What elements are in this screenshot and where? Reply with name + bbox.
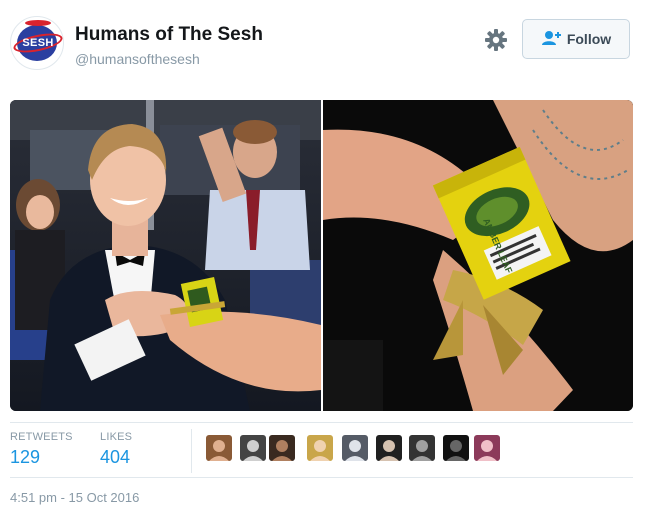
stats-divider — [191, 429, 192, 473]
liker-avatar[interactable] — [206, 435, 232, 461]
retweets-stat[interactable]: RETWEETS 129 — [10, 431, 73, 468]
liker-avatar[interactable] — [240, 435, 266, 461]
liker-avatar[interactable] — [474, 435, 500, 461]
follow-button[interactable]: Follow — [522, 19, 630, 59]
wrist-tobacco-pouch-photo[interactable]: AMBER LEAF — [323, 100, 633, 411]
add-user-icon — [541, 30, 561, 49]
liker-avatar[interactable] — [409, 435, 435, 461]
liker-avatar[interactable] — [342, 435, 368, 461]
tweet-stats: RETWEETS 129 LIKES 404 — [10, 422, 633, 478]
retweets-count: 129 — [10, 447, 41, 467]
liker-avatar[interactable] — [443, 435, 469, 461]
tweet-media: AMBER LEAF — [10, 100, 633, 411]
tweet-header: SESH Humans of The Sesh @humansofthesesh — [10, 14, 640, 72]
liker-avatar[interactable] — [269, 435, 295, 461]
liker-avatar[interactable] — [376, 435, 402, 461]
likes-count: 404 — [100, 447, 131, 467]
avatar-arc — [25, 20, 51, 26]
likes-label: LIKES — [100, 431, 133, 443]
tweet-timestamp[interactable]: 4:51 pm - 15 Oct 2016 — [10, 490, 139, 505]
account-avatar[interactable]: SESH — [10, 16, 64, 70]
avatar-text: SESH — [22, 37, 54, 49]
gear-icon[interactable] — [483, 27, 509, 53]
likes-stat[interactable]: LIKES 404 — [100, 431, 132, 468]
liker-avatar[interactable] — [307, 435, 333, 461]
account-name[interactable]: Humans of The Sesh — [75, 24, 263, 46]
formal-party-photo[interactable] — [10, 100, 321, 411]
account-handle[interactable]: @humansofthesesh — [75, 51, 200, 67]
follow-label: Follow — [566, 31, 612, 47]
retweets-label: RETWEETS — [10, 431, 73, 443]
